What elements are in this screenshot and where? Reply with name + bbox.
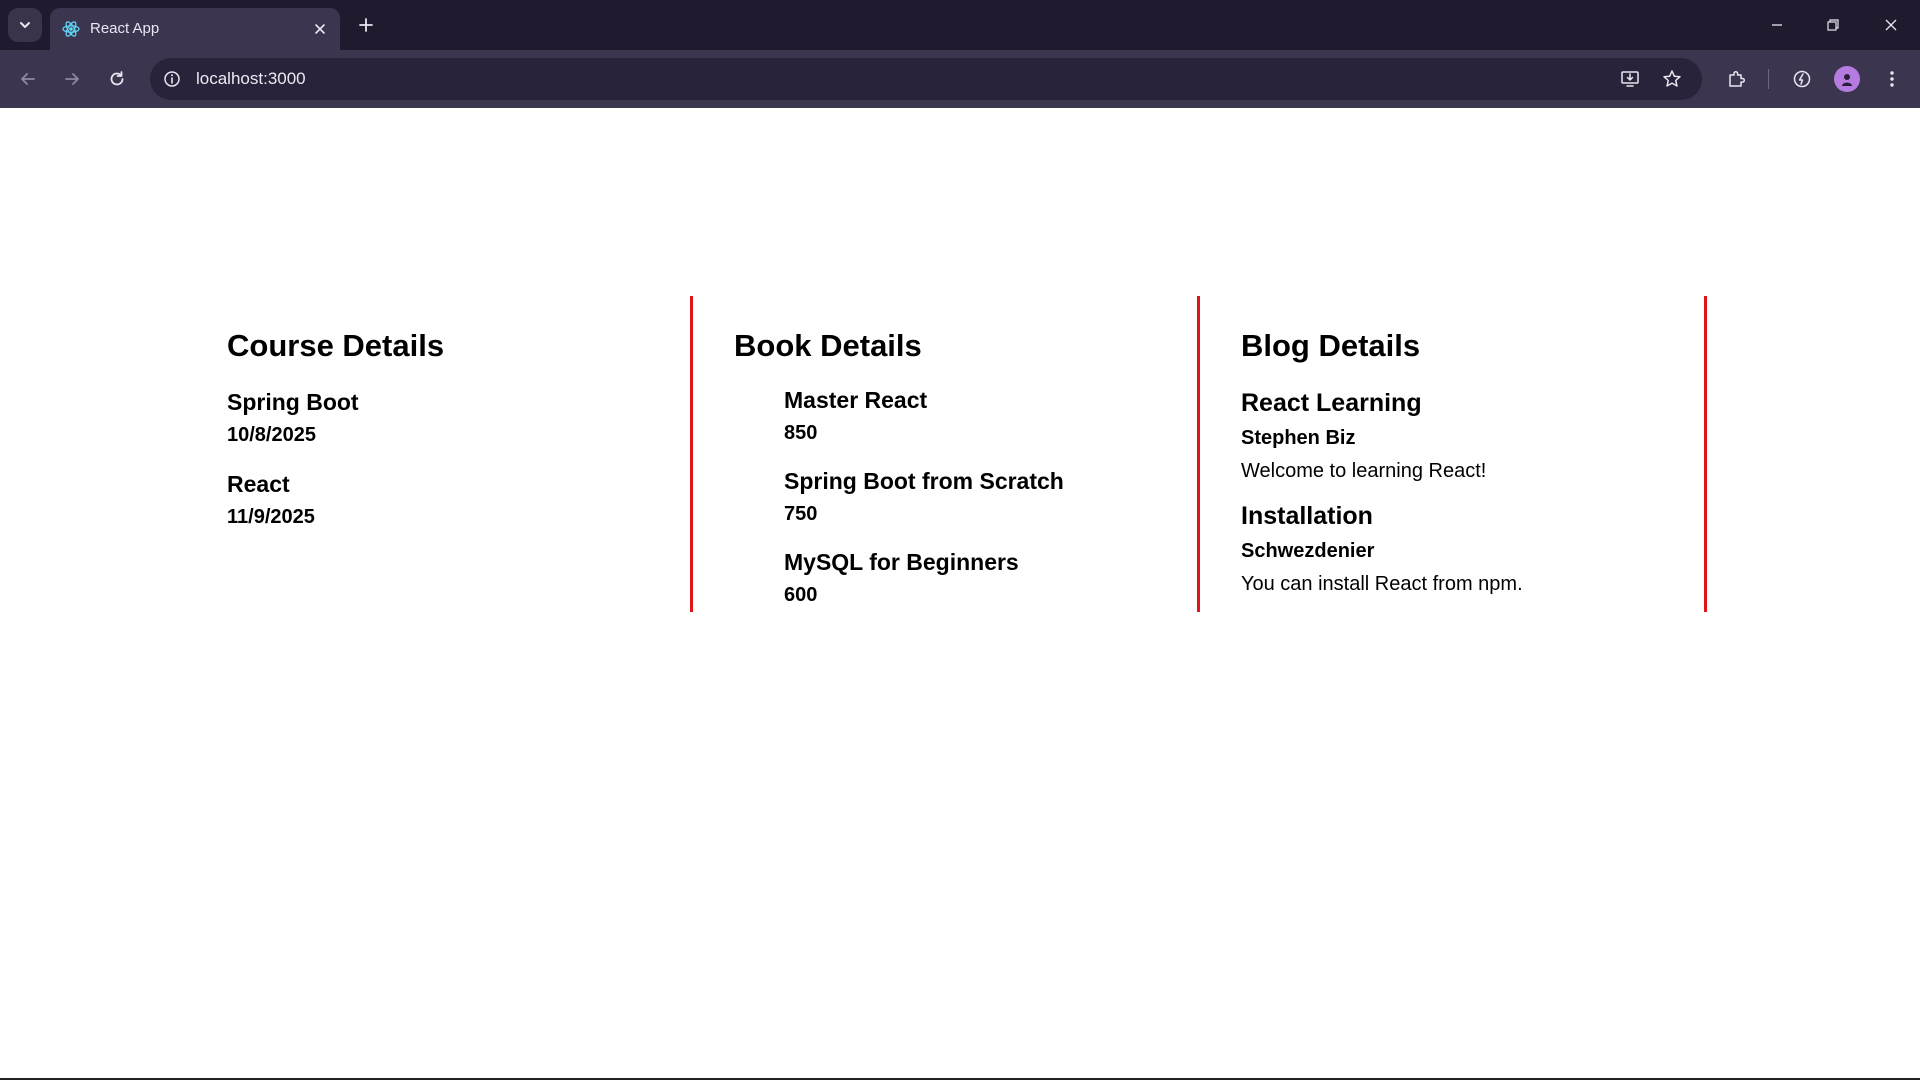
book-item: Master React 850 bbox=[784, 387, 1197, 444]
new-tab-button[interactable] bbox=[354, 13, 378, 37]
book-price: 850 bbox=[784, 422, 818, 444]
course-item: Spring Boot 10/8/2025 bbox=[227, 389, 690, 446]
book-item: MySQL for Beginners 600 bbox=[784, 549, 1197, 606]
restore-button[interactable] bbox=[1821, 13, 1845, 37]
site-info-button[interactable] bbox=[160, 67, 184, 91]
blog-title: Installation bbox=[1241, 502, 1373, 530]
info-icon bbox=[164, 71, 180, 87]
book-item: Spring Boot from Scratch 750 bbox=[784, 468, 1197, 525]
blog-content: You can install React from npm. bbox=[1241, 573, 1523, 595]
book-details-heading: Book Details bbox=[734, 328, 922, 363]
book-price: 600 bbox=[784, 584, 818, 606]
tab-strip: React App bbox=[0, 0, 1920, 50]
close-icon bbox=[315, 24, 325, 34]
bookmark-button[interactable] bbox=[1660, 67, 1684, 91]
browser-toolbar: localhost:3000 bbox=[0, 50, 1920, 108]
restore-icon bbox=[1827, 19, 1839, 31]
close-window-button[interactable] bbox=[1879, 13, 1903, 37]
browser-menu-button[interactable] bbox=[1878, 65, 1906, 93]
install-app-button[interactable] bbox=[1618, 67, 1642, 91]
profile-avatar[interactable] bbox=[1834, 66, 1860, 92]
course-details-section: Course Details Spring Boot 10/8/2025 Rea… bbox=[186, 296, 693, 612]
book-list: Master React 850 Spring Boot from Scratc… bbox=[734, 387, 1197, 606]
url-text: localhost:3000 bbox=[196, 69, 306, 88]
tab-search-button[interactable] bbox=[8, 8, 42, 42]
arrow-left-icon bbox=[21, 73, 35, 85]
avatar-icon bbox=[1842, 74, 1852, 86]
puzzle-icon bbox=[1729, 70, 1746, 87]
reload-button[interactable] bbox=[103, 65, 131, 93]
blog-author: Schwezdenier bbox=[1241, 540, 1375, 562]
book-details-section: Book Details Master React 850 Spring Boo… bbox=[693, 296, 1200, 612]
blog-details-section: Blog Details React Learning Stephen Biz … bbox=[1200, 296, 1707, 612]
arrow-right-icon bbox=[65, 73, 79, 85]
details-columns: Course Details Spring Boot 10/8/2025 Rea… bbox=[186, 296, 1707, 612]
close-icon bbox=[1885, 19, 1897, 31]
back-button[interactable] bbox=[14, 65, 42, 93]
course-date: 11/9/2025 bbox=[227, 506, 315, 528]
course-date: 10/8/2025 bbox=[227, 424, 316, 446]
page-viewport: Course Details Spring Boot 10/8/2025 Rea… bbox=[0, 108, 1920, 1078]
chevron-down-icon bbox=[20, 22, 30, 28]
extensions-button[interactable] bbox=[1722, 65, 1750, 93]
install-app-icon bbox=[1621, 71, 1639, 87]
blog-content: Welcome to learning React! bbox=[1241, 460, 1487, 482]
course-item: React 11/9/2025 bbox=[227, 471, 690, 528]
kebab-menu-icon bbox=[1890, 71, 1894, 87]
minimize-icon bbox=[1772, 24, 1782, 26]
tab-close-button[interactable] bbox=[310, 19, 330, 39]
minimize-button[interactable] bbox=[1765, 13, 1789, 37]
address-bar[interactable]: localhost:3000 bbox=[150, 58, 1702, 100]
book-price: 750 bbox=[784, 503, 818, 525]
blog-author: Stephen Biz bbox=[1241, 427, 1356, 449]
performance-icon bbox=[1793, 70, 1811, 88]
blog-item: Installation Schwezdenier You can instal… bbox=[1241, 502, 1704, 596]
blog-item: React Learning Stephen Biz Welcome to le… bbox=[1241, 389, 1704, 483]
star-icon bbox=[1663, 70, 1681, 87]
book-name: Spring Boot from Scratch bbox=[784, 468, 1064, 494]
react-logo-icon bbox=[62, 21, 80, 37]
course-details-heading: Course Details bbox=[227, 328, 445, 363]
forward-button[interactable] bbox=[58, 65, 86, 93]
tab-title: React App bbox=[90, 20, 160, 37]
blog-title: React Learning bbox=[1241, 389, 1422, 417]
performance-button[interactable] bbox=[1788, 65, 1816, 93]
blog-details-heading: Blog Details bbox=[1241, 328, 1421, 363]
course-name: React bbox=[227, 471, 290, 497]
plus-icon bbox=[359, 18, 373, 32]
tab-react-app[interactable]: React App bbox=[50, 8, 340, 50]
course-name: Spring Boot bbox=[227, 389, 359, 415]
toolbar-separator bbox=[1768, 69, 1769, 89]
book-name: Master React bbox=[784, 387, 928, 413]
book-name: MySQL for Beginners bbox=[784, 549, 1019, 575]
reload-icon bbox=[110, 71, 124, 86]
